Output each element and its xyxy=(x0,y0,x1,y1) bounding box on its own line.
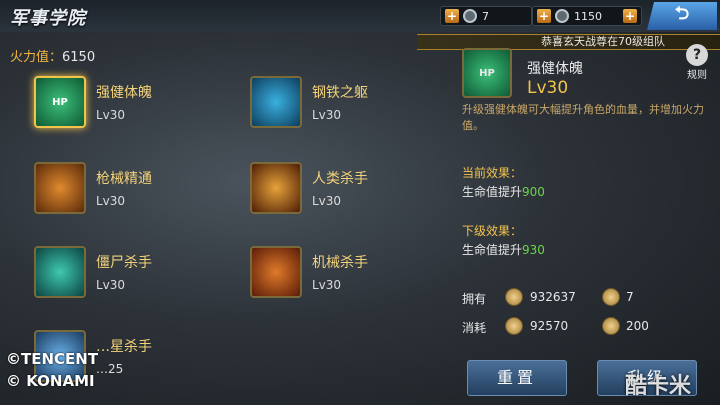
skill-level: Lv30 xyxy=(96,278,126,292)
cost-coin-value: 92570 xyxy=(530,319,569,333)
zombie-icon xyxy=(34,246,86,298)
next-effect-line: 生命值提升930 xyxy=(462,241,545,258)
resource-medals: + 7 xyxy=(440,6,532,26)
question-icon: ? xyxy=(686,44,708,66)
skill-name: 人类杀手 xyxy=(312,171,368,187)
shield-coin-icon xyxy=(555,9,569,23)
next-effect-text: 生命值提升 xyxy=(462,243,523,257)
own-medal-value: 7 xyxy=(626,290,634,304)
skill-name: 枪械精通 xyxy=(96,171,152,187)
skill-name: 僵尸杀手 xyxy=(96,255,152,271)
medal-count: 7 xyxy=(482,9,489,23)
power-label: 火力值： xyxy=(10,50,63,65)
detail-skill-level: Lv30 xyxy=(527,78,569,98)
current-effect-value: 900 xyxy=(522,185,545,199)
skill-level: Lv30 xyxy=(312,108,342,122)
skill-item[interactable]: 机械杀手 Lv30 xyxy=(250,246,368,298)
hp-body-icon: HP xyxy=(34,76,86,128)
skill-name: 钢铁之躯 xyxy=(312,85,368,101)
skill-level: Lv30 xyxy=(96,194,126,208)
watermark: 酷卡米 xyxy=(625,374,692,399)
skill-level: Lv30 xyxy=(96,108,126,122)
page-title: 军事学院 xyxy=(10,8,86,29)
own-label: 拥有 xyxy=(462,292,487,306)
gold-coin-icon xyxy=(505,317,523,335)
next-effect-value: 930 xyxy=(522,243,545,257)
detail-hp-text: HP xyxy=(479,67,495,79)
detail-description: 升级强健体魄可大幅提升角色的血量，并增加火力值。 xyxy=(462,103,704,132)
copyright-tencent: ©TENCENT xyxy=(6,350,99,368)
add-medal-button[interactable]: + xyxy=(445,9,459,23)
detail-hp-icon: HP xyxy=(462,48,512,98)
skull-icon xyxy=(250,162,302,214)
copyright-konami: © KONAMI xyxy=(6,372,95,390)
resource-shield-coins: + 1150 + xyxy=(532,6,642,26)
skill-name: …星杀手 xyxy=(96,339,152,355)
skill-level: …25 xyxy=(96,362,124,376)
cost-medal-value: 200 xyxy=(626,319,649,333)
medal-icon xyxy=(463,9,477,23)
back-button[interactable]: ⮌ xyxy=(647,2,717,30)
notice-banner: 恭喜玄天战尊在70级组队 xyxy=(417,34,720,50)
current-effect-title: 当前效果： xyxy=(462,166,523,180)
own-coin-value: 932637 xyxy=(530,290,576,304)
rules-label: 规则 xyxy=(687,70,707,81)
skill-item[interactable]: HP 强健体魄 Lv30 xyxy=(34,76,152,128)
gold-coin-icon xyxy=(505,288,523,306)
back-arrow-icon: ⮌ xyxy=(674,3,690,24)
skill-item[interactable]: 人类杀手 Lv30 xyxy=(250,162,368,214)
hp-text: HP xyxy=(52,96,68,108)
skill-level: Lv30 xyxy=(312,194,342,208)
add-shield-coin-button-right[interactable]: + xyxy=(623,9,637,23)
skill-item[interactable]: 枪械精通 Lv30 xyxy=(34,162,152,214)
next-effect-title: 下级效果： xyxy=(462,224,523,238)
skill-item[interactable]: 僵尸杀手 Lv30 xyxy=(34,246,152,298)
skill-name: 机械杀手 xyxy=(312,255,368,271)
steel-body-icon xyxy=(250,76,302,128)
current-effect-text: 生命值提升 xyxy=(462,185,523,199)
medal-icon xyxy=(602,317,620,335)
skill-level: Lv30 xyxy=(312,278,342,292)
reset-button[interactable]: 重置 xyxy=(467,360,567,396)
current-effect-line: 生命值提升900 xyxy=(462,183,545,200)
gun-icon xyxy=(34,162,86,214)
add-shield-coin-button[interactable]: + xyxy=(537,9,551,23)
rules-button[interactable]: ? 规则 xyxy=(684,44,710,81)
detail-skill-name: 强健体魄 xyxy=(527,61,583,77)
skill-item[interactable]: 钢铁之躯 Lv30 xyxy=(250,76,368,128)
shield-coin-count: 1150 xyxy=(574,9,602,23)
cost-label: 消耗 xyxy=(462,321,487,335)
mech-icon xyxy=(250,246,302,298)
power-number: 6150 xyxy=(62,50,96,65)
skill-name: 强健体魄 xyxy=(96,85,152,101)
power-value: 火力值：6150 xyxy=(10,46,95,65)
medal-icon xyxy=(602,288,620,306)
